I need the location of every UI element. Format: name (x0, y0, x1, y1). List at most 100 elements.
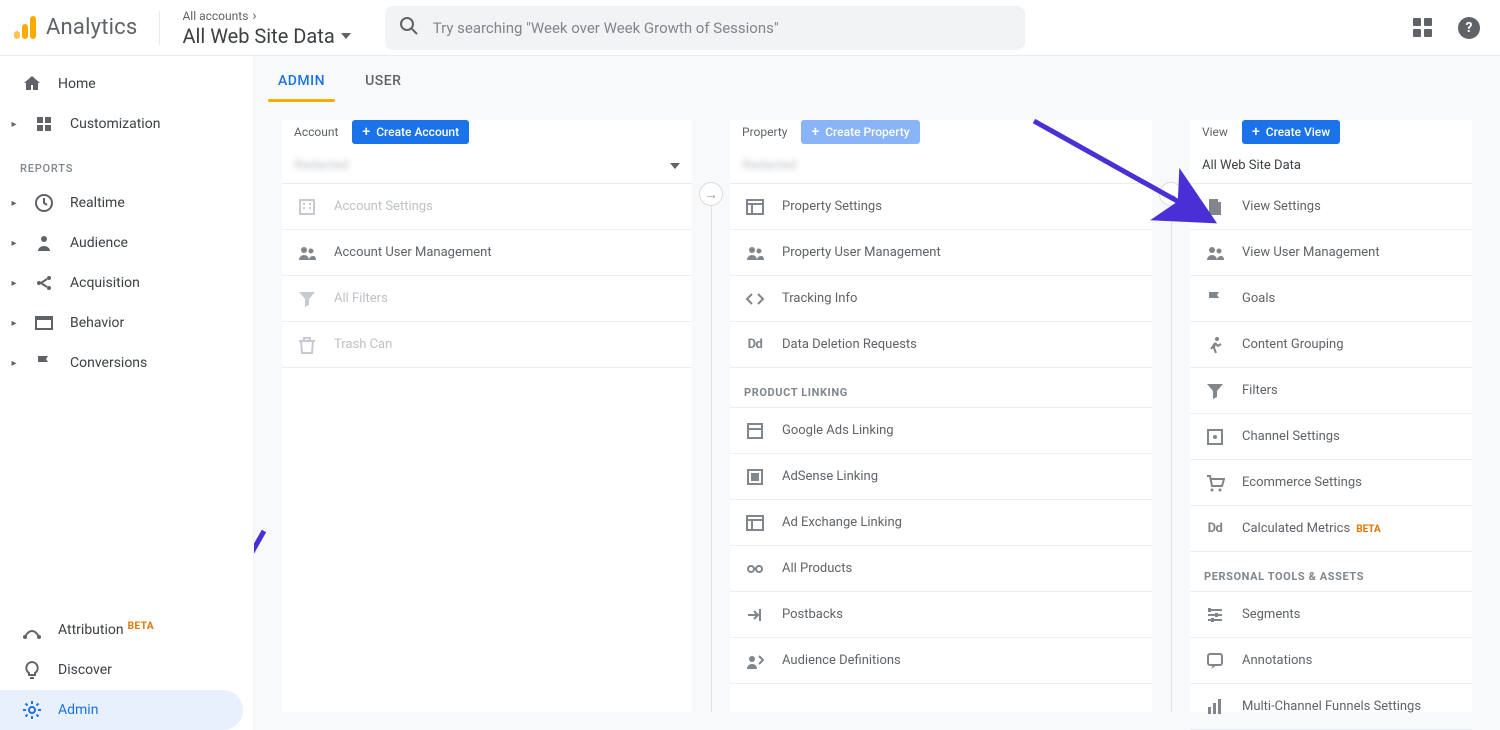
collapse-knob[interactable]: → (699, 182, 723, 206)
audiencedef-icon (744, 651, 766, 671)
expand-icon: ▸ (10, 198, 18, 209)
settings-item-label: Data Deletion Requests (782, 337, 917, 352)
brand-logo[interactable]: Analytics (14, 15, 137, 40)
bulb-icon (20, 660, 44, 680)
cart-icon (1204, 473, 1226, 493)
create-view-label: Create View (1266, 125, 1330, 139)
account-switcher[interactable]: All accounts › All Web Site Data (182, 8, 350, 48)
settings-item[interactable]: Channel Settings (1190, 414, 1472, 460)
settings-item-label: Annotations (1242, 653, 1312, 668)
settings-item[interactable]: Audience Definitions (730, 638, 1152, 684)
property-column: Property +Create Property Redacted Prope… (730, 120, 1152, 712)
settings-item[interactable]: Google Ads Linking (730, 408, 1152, 454)
settings-item-label: Account User Management (334, 245, 492, 260)
expand-icon: ▸ (10, 119, 18, 130)
settings-item[interactable]: DdData Deletion Requests (730, 322, 1152, 368)
settings-item[interactable]: Annotations (1190, 638, 1472, 684)
clock-icon (32, 193, 56, 213)
settings-item[interactable]: Property Settings (730, 184, 1152, 230)
analytics-logo-icon (14, 16, 36, 39)
settings-item[interactable]: Tracking Info (730, 276, 1152, 322)
nav-discover[interactable]: Discover (0, 650, 253, 690)
bars-icon (1204, 697, 1226, 717)
settings-item[interactable]: DdCalculated MetricsBETA (1190, 506, 1472, 552)
dd-icon: Dd (1204, 521, 1226, 536)
annotation-icon (1204, 651, 1226, 671)
tab-user[interactable]: USER (363, 59, 403, 101)
reports-heading: REPORTS (0, 144, 253, 183)
expand-icon: ▸ (10, 238, 18, 249)
settings-item-label: Google Ads Linking (782, 423, 894, 438)
settings-item[interactable]: View User Management (1190, 230, 1472, 276)
search-box[interactable]: Try searching "Week over Week Growth of … (385, 6, 1025, 50)
settings-item[interactable]: Goals (1190, 276, 1472, 322)
settings-item[interactable]: All Filters (282, 276, 692, 322)
account-column: Account +Create Account Redacted Account… (282, 120, 692, 712)
settings-item[interactable]: AdSense Linking (730, 454, 1152, 500)
chevron-right-icon: › (252, 8, 256, 24)
settings-item-label: Multi-Channel Funnels Settings (1242, 699, 1421, 714)
settings-item-label: Tracking Info (782, 291, 857, 306)
collapse-knob[interactable]: → (1159, 182, 1183, 206)
nav-conversions[interactable]: ▸ Conversions (0, 343, 253, 383)
page-icon (1204, 197, 1226, 217)
settings-item-label: Channel Settings (1242, 429, 1340, 444)
account-selector[interactable]: Redacted (282, 154, 692, 183)
apps-icon[interactable] (1411, 16, 1434, 39)
view-selector[interactable]: All Web Site Data (1190, 154, 1472, 183)
create-view-button[interactable]: +Create View (1242, 120, 1340, 144)
nav-attribution[interactable]: AttributionBETA (0, 610, 253, 650)
nav-acquisition[interactable]: ▸ Acquisition (0, 263, 253, 303)
people-icon (744, 243, 766, 263)
nav-home-label: Home (58, 76, 233, 92)
expand-icon: ▸ (10, 318, 18, 329)
create-property-button[interactable]: +Create Property (801, 120, 919, 144)
nav-admin[interactable]: Admin (0, 690, 243, 730)
person-icon (32, 233, 56, 253)
home-icon (20, 74, 44, 94)
create-account-button[interactable]: +Create Account (352, 120, 469, 144)
nav-audience[interactable]: ▸ Audience (0, 223, 253, 263)
settings-item-label: AdSense Linking (782, 469, 878, 484)
tab-admin[interactable]: ADMIN (276, 59, 327, 101)
nav-attribution-text: Attribution (58, 622, 124, 638)
nav-home[interactable]: Home (0, 64, 253, 104)
settings-item[interactable]: Account User Management (282, 230, 692, 276)
settings-item-label: Goals (1242, 291, 1275, 306)
caret-down-icon (670, 163, 680, 169)
view-column: View +Create View All Web Site Data View… (1190, 120, 1472, 712)
segments-icon (1204, 605, 1226, 625)
property-selector[interactable]: Redacted (730, 154, 1152, 183)
settings-item[interactable]: Ad Exchange Linking (730, 500, 1152, 546)
settings-item[interactable]: Property User Management (730, 230, 1152, 276)
nav-conversions-label: Conversions (70, 355, 233, 371)
settings-item[interactable]: View Settings (1190, 184, 1472, 230)
breadcrumb-current: All Web Site Data (182, 24, 334, 48)
settings-item[interactable]: Account Settings (282, 184, 692, 230)
settings-item[interactable]: Trash Can (282, 322, 692, 368)
settings-item[interactable]: Filters (1190, 368, 1472, 414)
code-icon (744, 289, 766, 309)
settings-item[interactable]: Multi-Channel Funnels Settings (1190, 684, 1472, 730)
divider (159, 11, 160, 45)
settings-item[interactable]: Ecommerce Settings (1190, 460, 1472, 506)
nav-realtime[interactable]: ▸ Realtime (0, 183, 253, 223)
account-column-title: Account (294, 125, 338, 139)
settings-item-label: All Products (782, 561, 852, 576)
flag-icon (32, 353, 56, 373)
nav-realtime-label: Realtime (70, 195, 233, 211)
create-property-label: Create Property (825, 125, 909, 139)
flag-icon (1204, 289, 1226, 309)
view-selected: All Web Site Data (1202, 158, 1301, 173)
settings-item[interactable]: Content Grouping (1190, 322, 1472, 368)
settings-item[interactable]: All Products (730, 546, 1152, 592)
nav-behavior[interactable]: ▸ Behavior (0, 303, 253, 343)
nav-customization-label: Customization (70, 116, 233, 132)
layout-icon (744, 513, 766, 533)
settings-item[interactable]: Postbacks (730, 592, 1152, 638)
settings-item[interactable]: Segments (1190, 592, 1472, 638)
breadcrumb-current-row: All Web Site Data (182, 24, 350, 48)
help-icon[interactable]: ? (1458, 17, 1480, 39)
nav-customization[interactable]: ▸ Customization (0, 104, 253, 144)
view-column-title: View (1202, 125, 1228, 139)
